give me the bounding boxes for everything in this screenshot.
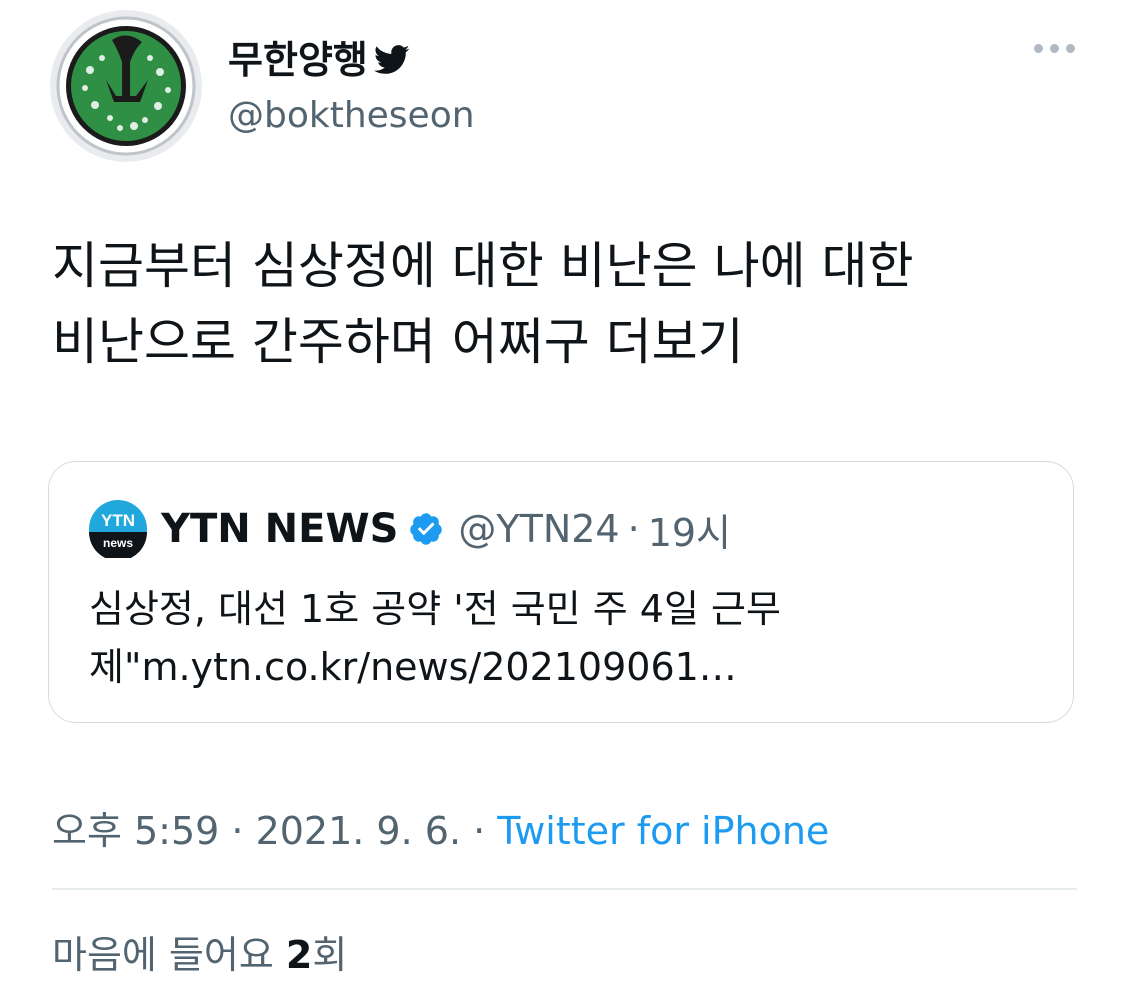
quoted-tweet-text: 심상정, 대선 1호 공약 '전 국민 주 4일 근무 제"m.ytn.co.k… xyxy=(89,580,1029,696)
quoted-text-line: 심상정, 대선 1호 공약 '전 국민 주 4일 근무 xyxy=(89,587,781,631)
more-dot-icon xyxy=(1066,44,1075,53)
svg-text:news: news xyxy=(103,536,133,550)
tweet-timestamp[interactable]: 오후 5:59 · 2021. 9. 6. · xyxy=(52,809,497,853)
tweet-text-line: 비난으로 간주하며 어쩌구 더보기 xyxy=(52,313,744,371)
verified-badge-icon xyxy=(408,511,444,547)
quoted-author-name[interactable]: YTN NEWS xyxy=(161,506,398,552)
likes-label-prefix: 마음에 들어요 xyxy=(52,933,286,977)
likes-count-link[interactable]: 마음에 들어요 2회 xyxy=(52,924,347,979)
svg-text:YTN: YTN xyxy=(101,511,135,530)
twitter-bird-icon xyxy=(373,45,410,75)
author-handle[interactable]: @boktheseon xyxy=(228,94,475,138)
green-emblem-avatar-icon xyxy=(50,10,202,162)
more-dot-icon xyxy=(1034,44,1043,53)
quoted-author-handle[interactable]: @YTN24 xyxy=(458,507,619,551)
quoted-tweet-time[interactable]: 19시 xyxy=(648,502,731,557)
likes-label-suffix: 회 xyxy=(312,933,348,977)
tweet-metadata: 오후 5:59 · 2021. 9. 6. · Twitter for iPho… xyxy=(52,800,829,855)
ytn-news-avatar-icon[interactable]: YTN news xyxy=(89,500,147,558)
likes-count: 2 xyxy=(285,933,313,977)
tweet-text-line: 지금부터 심상정에 대한 비난은 나에 대한 xyxy=(52,237,914,295)
quoted-tweet-card[interactable]: YTN news YTN NEWS @YTN24 · 19시 심상정, 대선 1… xyxy=(48,461,1074,723)
tweet-text: 지금부터 심상정에 대한 비난은 나에 대한 비난으로 간주하며 어쩌구 더보기 xyxy=(52,228,1082,380)
more-dot-icon xyxy=(1050,44,1059,53)
tweet-source-link[interactable]: Twitter for iPhone xyxy=(497,809,829,853)
separator-dot: · xyxy=(627,507,640,551)
display-name-text: 무한양행 xyxy=(228,38,368,82)
divider xyxy=(52,888,1077,890)
quoted-tweet-header: YTN news YTN NEWS @YTN24 · 19시 xyxy=(89,500,731,558)
avatar[interactable] xyxy=(50,10,202,162)
author-display-name[interactable]: 무한양행 xyxy=(228,38,410,82)
quoted-text-line: 제"m.ytn.co.kr/news/202109061… xyxy=(89,645,737,689)
more-options-button[interactable] xyxy=(1034,44,1075,53)
